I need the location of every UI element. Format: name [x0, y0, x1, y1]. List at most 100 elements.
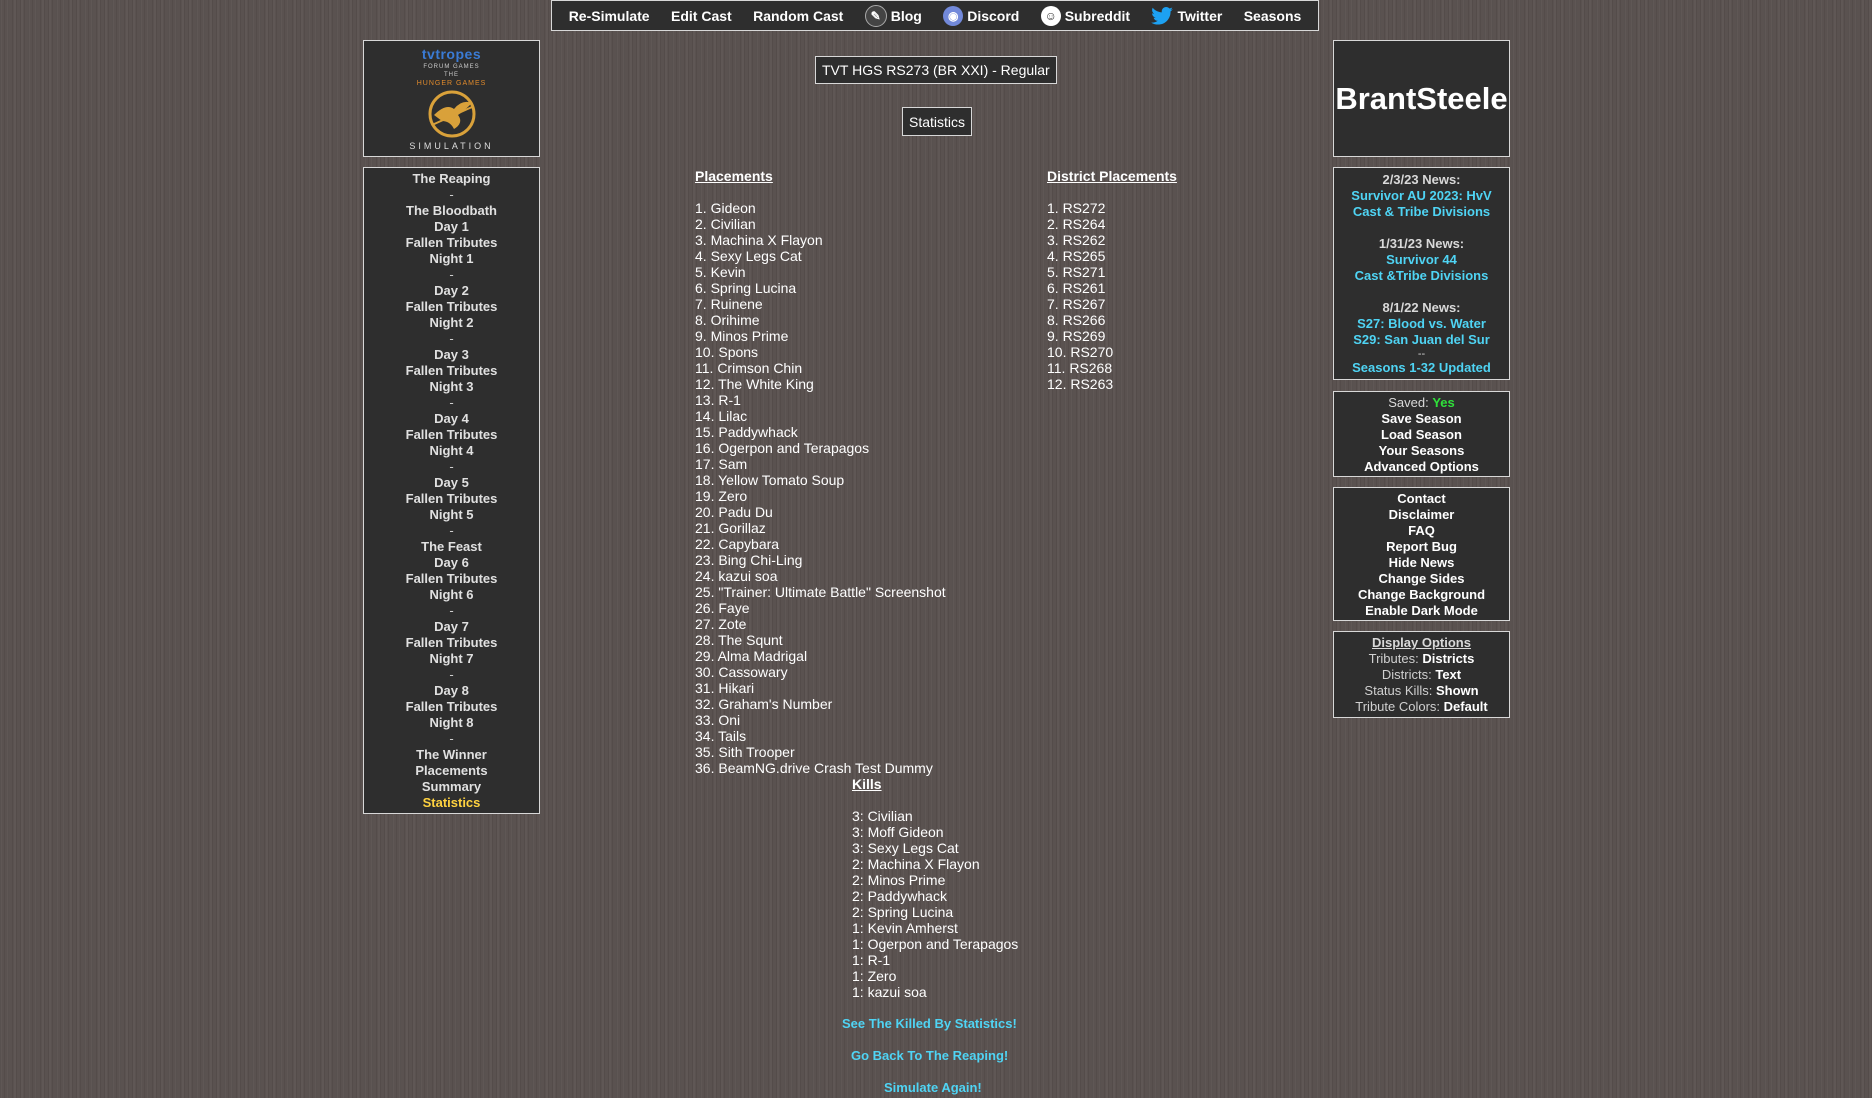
nav-item-placements[interactable]: Placements	[364, 763, 539, 779]
contact-link[interactable]: Contact	[1334, 491, 1509, 507]
nav-item-day-1[interactable]: Day 1	[364, 219, 539, 235]
districts-option-value[interactable]: Text	[1435, 667, 1461, 682]
placement-item: 18. Yellow Tomato Soup	[695, 472, 845, 488]
placements-heading: Placements	[695, 168, 773, 184]
save-season-link[interactable]: Save Season	[1334, 411, 1509, 427]
news-link[interactable]: Survivor AU 2023: HvV	[1334, 188, 1509, 204]
resimulate-link[interactable]: Re-Simulate	[569, 8, 650, 24]
nav-item-night-7[interactable]: Night 7	[364, 651, 539, 667]
option-label: Tribute Colors:	[1355, 699, 1441, 714]
district-placements-heading: District Placements	[1047, 168, 1177, 184]
placement-item: 17. Sam	[695, 456, 748, 472]
tribute-colors-option-value[interactable]: Default	[1444, 699, 1488, 714]
go-back-to-reaping-link[interactable]: Go Back To The Reaping!	[851, 1048, 1008, 1063]
nav-item-night-2[interactable]: Night 2	[364, 315, 539, 331]
advanced-options-link[interactable]: Advanced Options	[1334, 459, 1509, 475]
nav-item-night-1[interactable]: Night 1	[364, 251, 539, 267]
report-bug-link[interactable]: Report Bug	[1334, 539, 1509, 555]
nav-item-fallen-tributes[interactable]: Fallen Tributes	[364, 699, 539, 715]
blog-link[interactable]: ✎ Blog	[864, 4, 922, 27]
tribute-colors-option: Tribute Colors: Default	[1334, 699, 1509, 715]
nav-item-day-4[interactable]: Day 4	[364, 411, 539, 427]
nav-item-the-bloodbath[interactable]: The Bloodbath	[364, 203, 539, 219]
district-placement-item: 4. RS265	[1047, 248, 1106, 264]
nav-item-fallen-tributes[interactable]: Fallen Tributes	[364, 571, 539, 587]
load-season-link[interactable]: Load Season	[1334, 427, 1509, 443]
nav-item-day-2[interactable]: Day 2	[364, 283, 539, 299]
news-link[interactable]: Cast & Tribe Divisions	[1334, 204, 1509, 220]
placement-item: 25. "Trainer: Ultimate Battle" Screensho…	[695, 584, 946, 600]
nav-item-fallen-tributes[interactable]: Fallen Tributes	[364, 299, 539, 315]
district-placement-item: 5. RS271	[1047, 264, 1106, 280]
nav-item-day-6[interactable]: Day 6	[364, 555, 539, 571]
nav-item-night-8[interactable]: Night 8	[364, 715, 539, 731]
kill-count-item: 3: Moff Gideon	[852, 824, 944, 840]
subreddit-link[interactable]: ☺ Subreddit	[1040, 5, 1130, 26]
nav-separator: -	[449, 187, 454, 202]
option-label: Tributes:	[1368, 651, 1419, 666]
placement-item: 19. Zero	[695, 488, 748, 504]
faq-link[interactable]: FAQ	[1334, 523, 1509, 539]
disclaimer-link[interactable]: Disclaimer	[1334, 507, 1509, 523]
kills-list: 3: Civilian 3: Moff Gideon 3: Sexy Legs Ca…	[852, 808, 1018, 1000]
nav-item-night-5[interactable]: Night 5	[364, 507, 539, 523]
placement-item: 35. Sith Trooper	[695, 744, 795, 760]
your-seasons-link[interactable]: Your Seasons	[1334, 443, 1509, 459]
nav-item-night-3[interactable]: Night 3	[364, 379, 539, 395]
nav-item-the-feast[interactable]: The Feast	[364, 539, 539, 555]
placement-item: 27. Zote	[695, 616, 747, 632]
seasons-updated-link[interactable]: Seasons 1-32 Updated	[1334, 360, 1509, 376]
kill-count-item: 3: Civilian	[852, 808, 913, 824]
nav-separator: -	[449, 731, 454, 746]
nav-item-fallen-tributes[interactable]: Fallen Tributes	[364, 363, 539, 379]
simulate-again-link[interactable]: Simulate Again!	[884, 1080, 982, 1095]
placement-item: 23. Bing Chi-Ling	[695, 552, 803, 568]
hide-news-link[interactable]: Hide News	[1334, 555, 1509, 571]
nav-item-the-reaping[interactable]: The Reaping	[364, 171, 539, 187]
status-kills-option-value[interactable]: Shown	[1436, 683, 1479, 698]
nav-item-day-7[interactable]: Day 7	[364, 619, 539, 635]
nav-item-night-6[interactable]: Night 6	[364, 587, 539, 603]
nav-item-the-winner[interactable]: The Winner	[364, 747, 539, 763]
placement-item: 28. The Squnt	[695, 632, 783, 648]
placement-item: 4. Sexy Legs Cat	[695, 248, 802, 264]
placement-item: 7. Ruinene	[695, 296, 763, 312]
nav-item-summary[interactable]: Summary	[364, 779, 539, 795]
district-placements-list: 1. RS272 2. RS264 3. RS262 4. RS265 5. RS271…	[1047, 200, 1177, 392]
status-kills-option: Status Kills: Shown	[1334, 683, 1509, 699]
change-background-link[interactable]: Change Background	[1334, 587, 1509, 603]
tributes-option-value[interactable]: Districts	[1422, 651, 1474, 666]
nav-item-fallen-tributes[interactable]: Fallen Tributes	[364, 235, 539, 251]
district-placement-item: 3. RS262	[1047, 232, 1106, 248]
district-placements-section: District Placements 1. RS272 2. RS264 3. R…	[1047, 168, 1177, 392]
display-options-title[interactable]: Display Options	[1334, 635, 1509, 651]
hunger-games-logo[interactable]: tvtropes FORUM GAMES THE HUNGER GAMES SI…	[363, 40, 540, 157]
placement-item: 8. Orihime	[695, 312, 760, 328]
nav-item-day-8[interactable]: Day 8	[364, 683, 539, 699]
nav-item-statistics[interactable]: Statistics	[364, 795, 539, 811]
nav-item-night-4[interactable]: Night 4	[364, 443, 539, 459]
enable-dark-mode-link[interactable]: Enable Dark Mode	[1334, 603, 1509, 619]
nav-item-day-3[interactable]: Day 3	[364, 347, 539, 363]
seasons-link[interactable]: Seasons	[1244, 8, 1302, 24]
nav-item-fallen-tributes[interactable]: Fallen Tributes	[364, 491, 539, 507]
news-link[interactable]: Survivor 44	[1334, 252, 1509, 268]
random-cast-link[interactable]: Random Cast	[753, 8, 843, 24]
change-sides-link[interactable]: Change Sides	[1334, 571, 1509, 587]
news-link[interactable]: S27: Blood vs. Water	[1334, 316, 1509, 332]
twitter-link[interactable]: Twitter	[1151, 6, 1222, 25]
kill-count-item: 3: Sexy Legs Cat	[852, 840, 959, 856]
discord-link[interactable]: ◉ Discord	[943, 5, 1019, 26]
placement-item: 20. Padu Du	[695, 504, 773, 520]
news-link[interactable]: Cast &Tribe Divisions	[1334, 268, 1509, 284]
nav-item-fallen-tributes[interactable]: Fallen Tributes	[364, 427, 539, 443]
news-date: 2/3/23 News:	[1382, 172, 1461, 187]
killed-by-statistics-link[interactable]: See The Killed By Statistics!	[842, 1016, 1017, 1031]
nav-item-day-5[interactable]: Day 5	[364, 475, 539, 491]
kill-count-item: 1: Ogerpon and Terapagos	[852, 936, 1019, 952]
brand-box[interactable]: BrantSteele	[1333, 40, 1510, 157]
news-link[interactable]: S29: San Juan del Sur	[1334, 332, 1509, 348]
nav-item-fallen-tributes[interactable]: Fallen Tributes	[364, 635, 539, 651]
kill-count-item: 1: Zero	[852, 968, 897, 984]
edit-cast-link[interactable]: Edit Cast	[671, 8, 732, 24]
